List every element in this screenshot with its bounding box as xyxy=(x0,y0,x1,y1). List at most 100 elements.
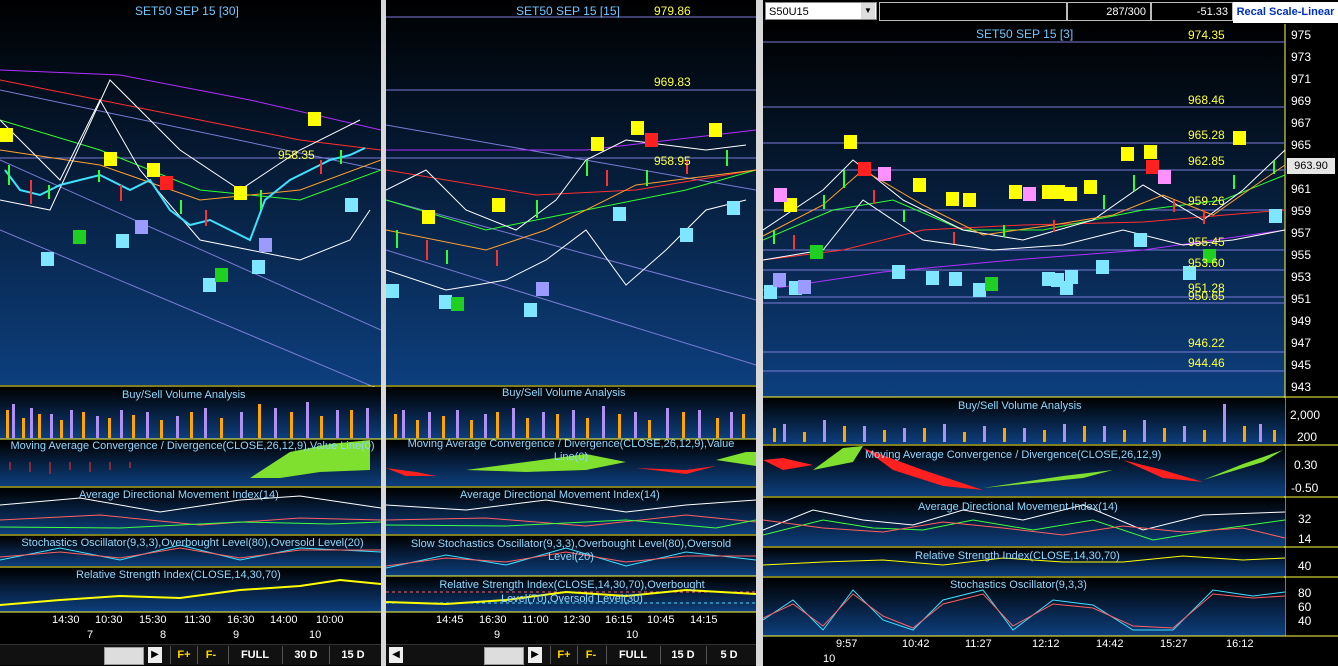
macd-axis-label: 0.30 xyxy=(1294,458,1318,472)
time-label: 9:57 xyxy=(836,638,858,650)
time-label: 11:27 xyxy=(965,638,992,650)
chart-panel-30d[interactable]: SET50 SEP 15 [30] 958.35 Buy/Sell Volume… xyxy=(0,0,381,666)
full-button[interactable]: FULL xyxy=(606,646,659,664)
panel-toolbar: ◀ ▶ F+ F- FULL 15 D 5 D xyxy=(386,644,756,665)
y-axis-label: 969 xyxy=(1291,94,1312,108)
range-button[interactable]: 15 D xyxy=(660,646,705,664)
chart-title: SET50 SEP 15 [30] xyxy=(135,4,239,18)
level-label: 962.85 xyxy=(1188,154,1225,168)
indicator-label: Buy/Sell Volume Analysis xyxy=(502,387,626,399)
quote-bar: S50U15 ▼ 287/300 -51.33 Recal Scale-Line… xyxy=(763,0,1338,24)
time-label: 16:15 xyxy=(605,614,633,626)
info-box xyxy=(879,2,1067,21)
adx-axis-label: 14 xyxy=(1298,532,1312,546)
price-change: -51.33 xyxy=(1151,2,1233,21)
f-plus-button[interactable]: F+ xyxy=(550,646,577,664)
y-axis-label: 943 xyxy=(1291,380,1312,394)
level-label: 944.46 xyxy=(1188,356,1225,370)
scrollbar-thumb[interactable] xyxy=(104,647,144,665)
f-minus-button[interactable]: F- xyxy=(197,646,224,664)
chart-title: SET50 SEP 15 [15] xyxy=(516,4,620,18)
time-label: 16:30 xyxy=(227,614,255,626)
scroll-right-button[interactable]: ▶ xyxy=(148,647,162,663)
date-label: 7 xyxy=(87,629,94,641)
date-label: 10 xyxy=(626,629,639,641)
time-label: 11:30 xyxy=(184,614,211,626)
y-axis-label: 961 xyxy=(1291,182,1312,196)
rsi-axis-label: 40 xyxy=(1298,559,1312,573)
indicator-label: Slow Stochastics Oscillator(9,3,3),Overb… xyxy=(410,538,732,563)
f-minus-button[interactable]: F- xyxy=(577,646,604,664)
indicator-label: Relative Strength Index(CLOSE,14,30,70),… xyxy=(439,579,705,605)
indicator-label: Average Directional Movement Index(14) xyxy=(460,489,660,501)
chart-panel-3d[interactable]: SET50 SEP 15 [3] 974.35 968.46 965.28 96… xyxy=(763,0,1338,666)
y-axis-label: 971 xyxy=(1291,72,1312,86)
panel-toolbar: ▶ F+ F- FULL 30 D 15 D xyxy=(0,644,381,665)
panel-divider[interactable] xyxy=(381,0,386,666)
scroll-right-button[interactable]: ▶ xyxy=(528,647,542,663)
indicator-label: Moving Average Convergence / Divergence(… xyxy=(407,438,735,463)
time-label: 14:30 xyxy=(52,614,80,626)
time-label: 14:45 xyxy=(436,614,464,626)
y-axis-label: 955 xyxy=(1291,248,1312,262)
scrollbar-thumb[interactable] xyxy=(484,647,524,665)
chevron-down-icon[interactable]: ▼ xyxy=(861,3,875,19)
level-label: 946.22 xyxy=(1188,336,1225,350)
y-axis-label: 959 xyxy=(1291,204,1312,218)
time-label: 12:30 xyxy=(563,614,591,626)
price-chart-3d[interactable] xyxy=(763,0,1338,666)
level-label: 959.26 xyxy=(1188,194,1225,208)
stoch-axis-label: 60 xyxy=(1298,600,1312,614)
level-label: 958.35 xyxy=(278,148,315,162)
panel-divider[interactable] xyxy=(756,0,763,666)
level-label: 953.60 xyxy=(1188,256,1225,270)
y-axis-label: 957 xyxy=(1291,226,1312,240)
stoch-axis-label: 40 xyxy=(1298,614,1312,628)
chart-panel-15d[interactable]: SET50 SEP 15 [15] 979.86 969.83 958.95 B… xyxy=(386,0,756,666)
price-chart-15d[interactable] xyxy=(386,0,756,666)
time-label: 15:30 xyxy=(139,614,167,626)
full-button[interactable]: FULL xyxy=(228,646,281,664)
level-label: 955.45 xyxy=(1188,235,1225,249)
time-label: 16:30 xyxy=(479,614,507,626)
indicator-label: Stochastics Oscillator(9,3,3) xyxy=(950,579,1087,591)
time-label: 16:12 xyxy=(1226,638,1254,650)
range-button[interactable]: 5 D xyxy=(706,646,751,664)
macd-axis-label: -0.50 xyxy=(1291,481,1319,495)
date-label: 9 xyxy=(494,629,501,641)
indicator-label: Average Directional Movement Index(14) xyxy=(918,501,1118,513)
date-label: 8 xyxy=(160,629,167,641)
recal-scale-button[interactable]: Recal Scale-Linear xyxy=(1233,2,1338,23)
range-button[interactable]: 30 D xyxy=(282,646,329,664)
volume-axis-label: 200 xyxy=(1297,430,1318,444)
last-price-tag: 963.90 xyxy=(1287,158,1335,174)
y-axis-label: 965 xyxy=(1291,138,1312,152)
y-axis-label: 975 xyxy=(1291,28,1312,42)
time-label: 10:00 xyxy=(316,614,344,626)
level-label: 950.65 xyxy=(1188,289,1225,303)
adx-axis-label: 32 xyxy=(1298,512,1312,526)
volume-axis-label: 2,000 xyxy=(1290,408,1321,422)
time-label: 14:42 xyxy=(1096,638,1124,650)
y-axis-label: 945 xyxy=(1291,358,1312,372)
indicator-label: Relative Strength Index(CLOSE,14,30,70) xyxy=(76,569,281,581)
indicator-label: Moving Average Convergence / Divergence(… xyxy=(10,440,375,452)
indicator-label: Relative Strength Index(CLOSE,14,30,70) xyxy=(915,550,1120,562)
time-label: 14:15 xyxy=(690,614,718,626)
bar-count: 287/300 xyxy=(1067,2,1151,21)
indicator-label: Moving Average Convergence / Divergence(… xyxy=(865,449,1162,461)
indicator-label: Stochastics Oscillator(9,3,3),Overbought… xyxy=(21,537,364,549)
scroll-left-button[interactable]: ◀ xyxy=(389,647,403,663)
date-label: 10 xyxy=(823,653,836,665)
y-axis-label: 949 xyxy=(1291,314,1312,328)
range-button[interactable]: 15 D xyxy=(329,646,376,664)
level-label: 958.95 xyxy=(654,154,691,168)
symbol-value: S50U15 xyxy=(769,6,809,18)
f-plus-button[interactable]: F+ xyxy=(170,646,197,664)
y-axis-label: 973 xyxy=(1291,50,1312,64)
level-label: 974.35 xyxy=(1188,28,1225,42)
time-label: 10:30 xyxy=(95,614,123,626)
chart-title: SET50 SEP 15 [3] xyxy=(976,27,1074,41)
price-chart-30d[interactable] xyxy=(0,0,381,666)
indicator-label: Average Directional Movement Index(14) xyxy=(79,489,279,501)
